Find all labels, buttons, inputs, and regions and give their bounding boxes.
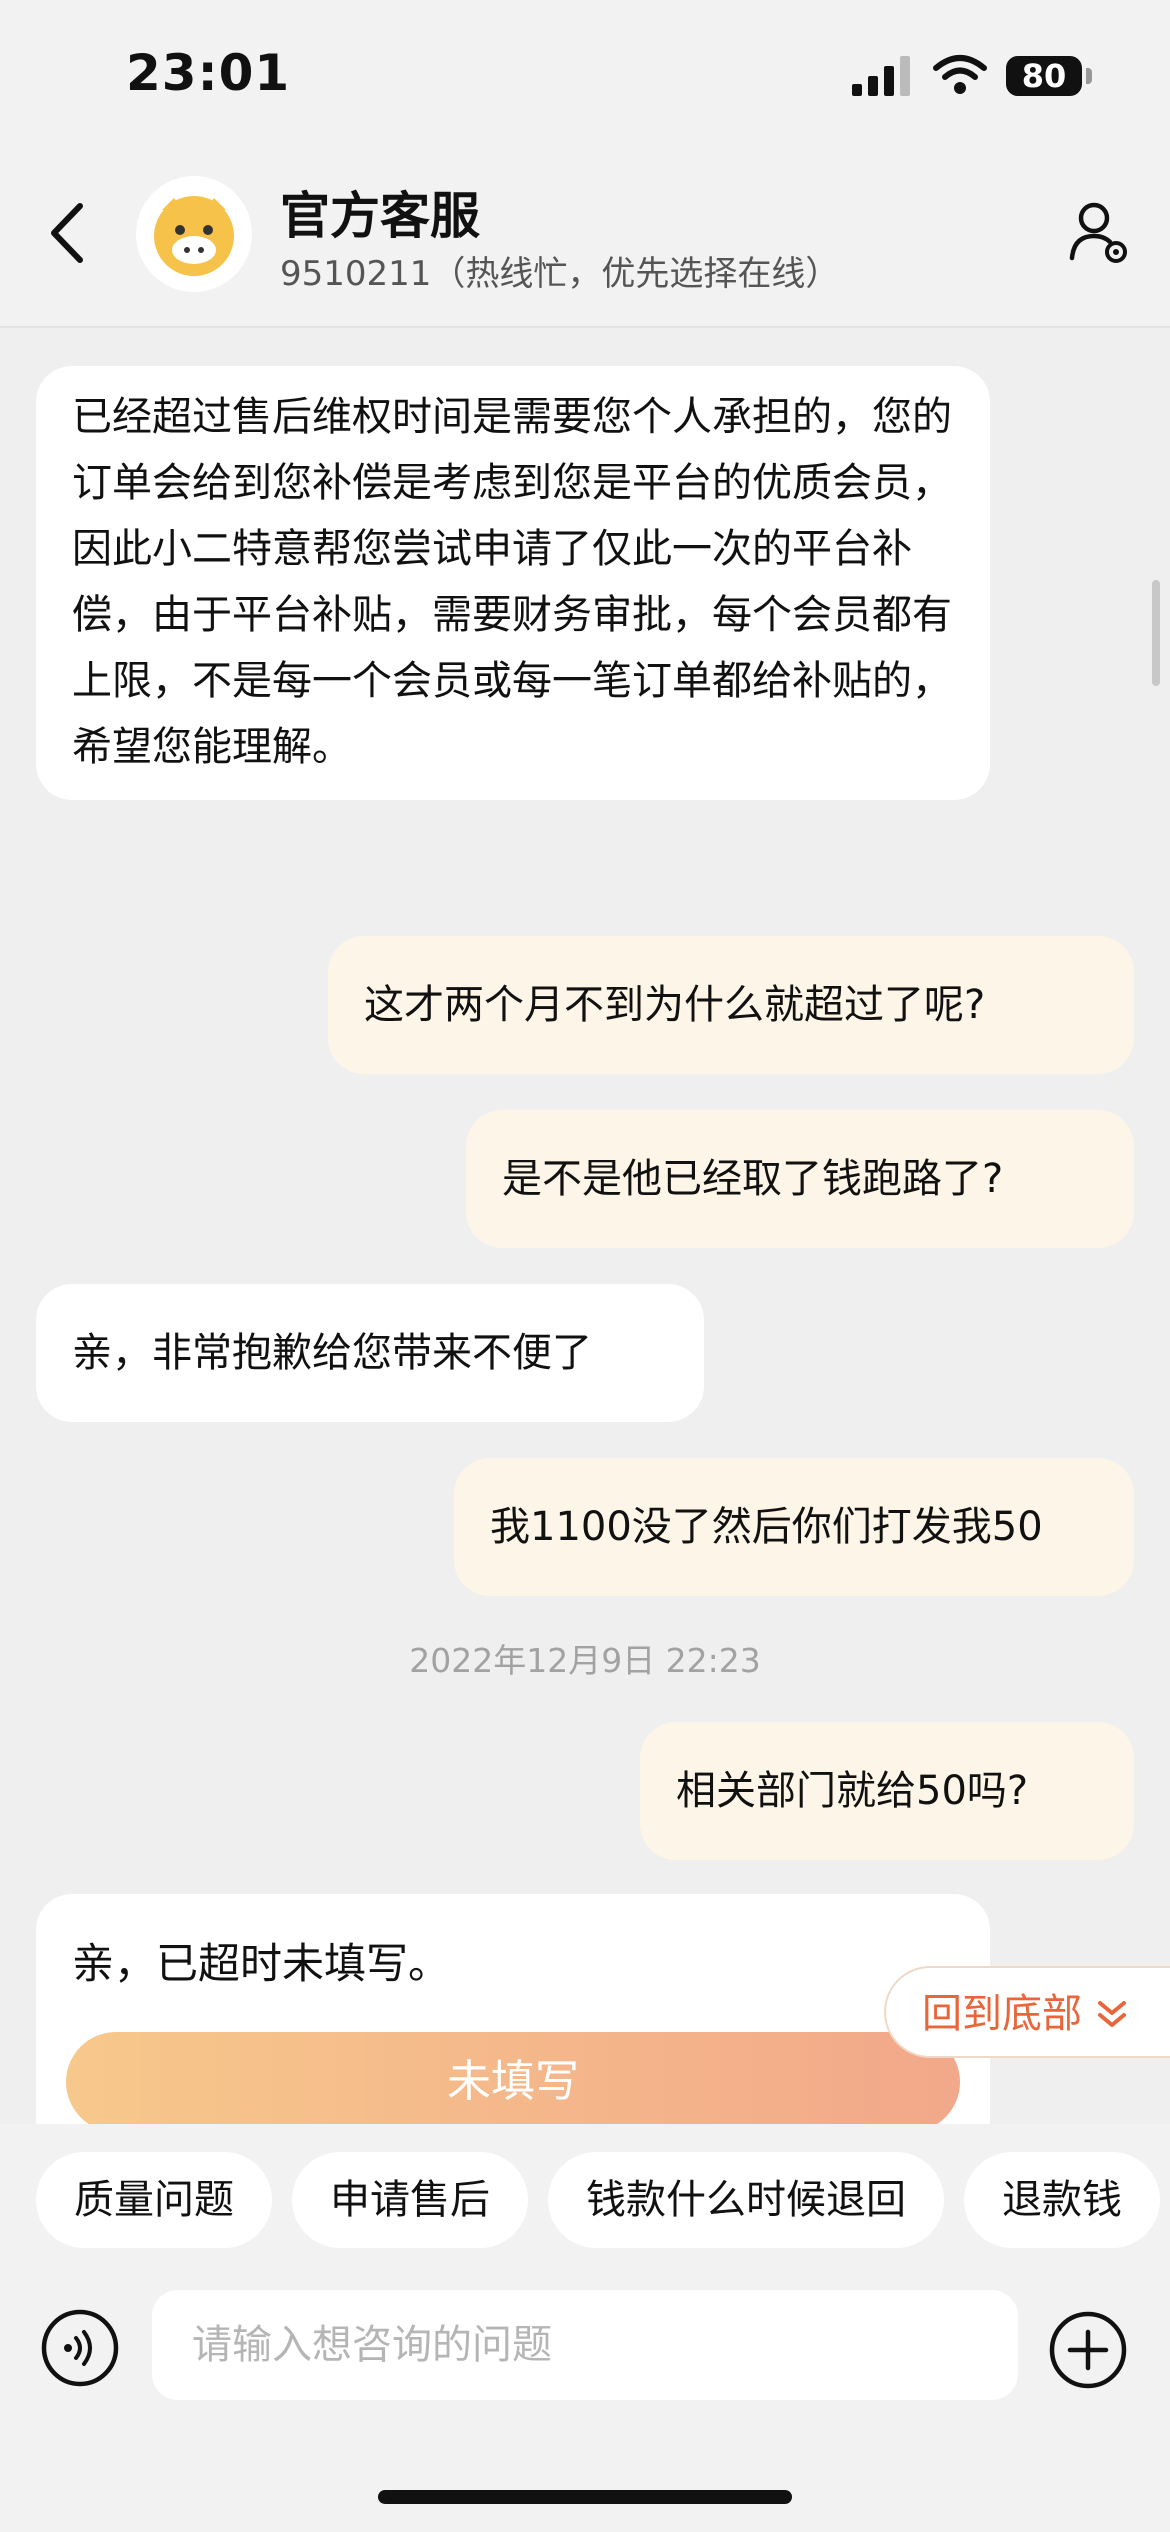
page-title: 官方客服	[280, 187, 480, 245]
plus-icon[interactable]	[1048, 2310, 1128, 2390]
quick-reply-chips: 质量问题 申请售后 钱款什么时候退回 退款钱	[36, 2152, 1170, 2248]
wifi-icon	[933, 55, 987, 94]
bottom-panel: 质量问题 申请售后 钱款什么时候退回 退款钱	[0, 2124, 1170, 2532]
voice-icon[interactable]	[40, 2308, 120, 2388]
message-text: 相关部门就给50吗?	[676, 1768, 1029, 1814]
avatar[interactable]	[136, 176, 252, 292]
survey-card-text: 亲，已超时未填写。	[72, 1939, 451, 1988]
survey-card: 亲，已超时未填写。 未填写	[36, 1894, 990, 2128]
message-bubble-user: 我1100没了然后你们打发我50	[454, 1458, 1134, 1596]
message-bubble-user: 是不是他已经取了钱跑路了?	[466, 1110, 1134, 1248]
scrollbar[interactable]	[1152, 580, 1160, 686]
message-bubble-agent: 已经超过售后维权时间是需要您个人承担的，您的订单会给到您补偿是考虑到您是平台的优…	[36, 366, 990, 800]
message-input[interactable]	[152, 2290, 1018, 2400]
battery-tip	[1086, 68, 1092, 84]
home-indicator	[378, 2490, 792, 2504]
signal-icon	[852, 56, 910, 96]
quick-reply-chip[interactable]: 退款钱	[964, 2152, 1160, 2248]
message-text: 是不是他已经取了钱跑路了?	[502, 1156, 1004, 1202]
message-text: 亲，非常抱歉给您带来不便了	[72, 1330, 592, 1376]
message-text: 已经超过售后维权时间是需要您个人承担的，您的订单会给到您补偿是考虑到您是平台的优…	[72, 394, 952, 770]
double-chevron-down-icon	[1097, 2001, 1126, 2027]
quick-reply-chip[interactable]: 申请售后	[292, 2152, 528, 2248]
message-bubble-agent: 亲，非常抱歉给您带来不便了	[36, 1284, 704, 1422]
quick-reply-chip[interactable]: 质量问题	[36, 2152, 272, 2248]
message-timestamp: 2022年12月9日 22:23	[409, 1641, 761, 1680]
message-text: 这才两个月不到为什么就超过了呢?	[364, 982, 986, 1028]
not-filled-button[interactable]: 未填写	[66, 2032, 960, 2128]
quick-reply-chip[interactable]: 钱款什么时候退回	[548, 2152, 944, 2248]
back-to-bottom-label: 回到底部	[922, 1991, 1082, 2037]
message-text: 我1100没了然后你们打发我50	[490, 1504, 1043, 1550]
back-arrow-icon[interactable]	[40, 198, 100, 268]
message-bubble-user: 这才两个月不到为什么就超过了呢?	[328, 936, 1134, 1074]
chat-header: 官方客服 9510211（热线忙，优先选择在线）	[0, 150, 1170, 328]
back-to-bottom-button[interactable]: 回到底部	[884, 1966, 1170, 2058]
battery-indicator: 80	[1006, 56, 1082, 96]
chat-area[interactable]: 已经超过售后维权时间是需要您个人承担的，您的订单会给到您补偿是考虑到您是平台的优…	[0, 328, 1170, 2128]
status-time: 23:01	[126, 44, 291, 102]
mascot-icon	[154, 196, 234, 276]
user-settings-icon[interactable]	[1068, 198, 1132, 268]
message-bubble-user: 相关部门就给50吗?	[640, 1722, 1134, 1860]
status-bar: 23:01 80	[0, 0, 1170, 150]
hotline-subtitle: 9510211（热线忙，优先选择在线）	[280, 254, 840, 294]
